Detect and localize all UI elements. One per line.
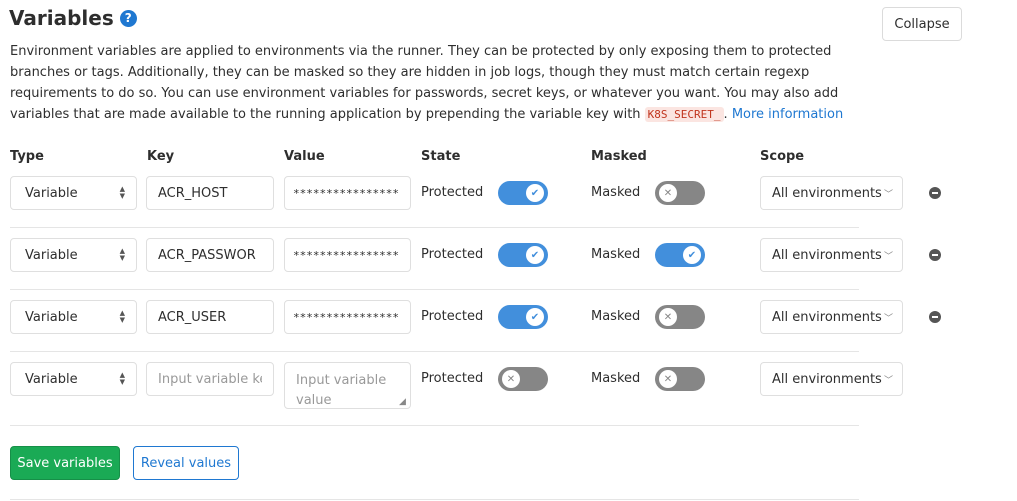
column-header-type: Type <box>10 149 44 164</box>
value-input[interactable]: **************** <box>284 176 411 210</box>
key-input-wrapper <box>146 362 274 396</box>
protected-toggle[interactable]: ✔ <box>498 243 548 267</box>
protected-toggle[interactable]: ✕ <box>498 367 548 391</box>
remove-row-icon[interactable] <box>929 249 941 261</box>
close-icon: ✕ <box>659 184 677 202</box>
scope-dropdown[interactable]: All environments ﹀ <box>760 300 903 334</box>
variable-row: Variable ▲ ▼ ACR_HOST **************** Pr… <box>0 176 1017 238</box>
resize-grip-icon[interactable]: ◢ <box>399 398 406 407</box>
scope-value: All environments <box>772 247 882 263</box>
type-select-value: Variable <box>25 371 78 387</box>
select-arrows-icon: ▲ ▼ <box>119 247 125 262</box>
section-divider <box>10 499 859 500</box>
key-input[interactable]: ACR_PASSWOR <box>146 238 274 272</box>
type-select-value: Variable <box>25 247 78 263</box>
close-icon: ✕ <box>502 370 520 388</box>
key-value: ACR_HOST <box>158 185 228 201</box>
row-divider <box>10 289 859 290</box>
remove-row-icon[interactable] <box>929 311 941 323</box>
column-header-value: Value <box>284 149 325 164</box>
protected-label: Protected <box>421 247 484 262</box>
close-icon: ✕ <box>659 308 677 326</box>
scope-value: All environments <box>772 309 882 325</box>
check-icon: ✔ <box>526 246 544 264</box>
collapse-button[interactable]: Collapse <box>882 7 962 41</box>
masked-value: **************** <box>293 186 399 200</box>
masked-value: **************** <box>293 310 399 324</box>
check-icon: ✔ <box>683 246 701 264</box>
column-header-key: Key <box>147 149 175 164</box>
chevron-down-icon: ﹀ <box>883 376 893 386</box>
masked-label: Masked <box>591 185 641 200</box>
masked-label: Masked <box>591 371 641 386</box>
type-select-value: Variable <box>25 309 78 325</box>
value-input[interactable]: **************** <box>284 300 411 334</box>
scope-value: All environments <box>772 371 882 387</box>
select-arrows-icon: ▲ ▼ <box>119 185 125 200</box>
scope-dropdown[interactable]: All environments ﹀ <box>760 362 903 396</box>
column-header-masked: Masked <box>591 149 647 164</box>
save-variables-button[interactable]: Save variables <box>10 446 120 480</box>
column-header-state: State <box>421 149 461 164</box>
scope-value: All environments <box>772 185 882 201</box>
type-select[interactable]: Variable ▲ ▼ <box>10 176 137 210</box>
check-icon: ✔ <box>526 184 544 202</box>
key-value: ACR_USER <box>158 309 227 325</box>
row-divider <box>10 227 859 228</box>
key-input[interactable]: ACR_HOST <box>146 176 274 210</box>
variable-row: Variable ▲ ▼ ACR_USER **************** Pr… <box>0 300 1017 362</box>
masked-toggle[interactable]: ✕ <box>655 367 705 391</box>
close-icon: ✕ <box>659 370 677 388</box>
protected-label: Protected <box>421 309 484 324</box>
protected-toggle[interactable]: ✔ <box>498 305 548 329</box>
protected-label: Protected <box>421 185 484 200</box>
question-circle-icon[interactable]: ? <box>119 9 137 27</box>
chevron-down-icon: ﹀ <box>883 252 893 262</box>
section-title-text: Variables <box>9 6 114 30</box>
protected-toggle[interactable]: ✔ <box>498 181 548 205</box>
masked-toggle[interactable]: ✕ <box>655 305 705 329</box>
select-arrows-icon: ▲ ▼ <box>119 371 125 386</box>
section-description: Environment variables are applied to env… <box>10 41 870 125</box>
key-value: ACR_PASSWOR <box>158 247 256 263</box>
masked-label: Masked <box>591 247 641 262</box>
description-end: . <box>723 107 728 122</box>
remove-row-icon[interactable] <box>929 187 941 199</box>
key-input[interactable]: ACR_USER <box>146 300 274 334</box>
protected-label: Protected <box>421 371 484 386</box>
value-input[interactable]: **************** <box>284 238 411 272</box>
more-information-link[interactable]: More information <box>732 107 843 122</box>
reveal-values-button[interactable]: Reveal values <box>133 446 239 480</box>
type-select-value: Variable <box>25 185 78 201</box>
chevron-down-icon: ﹀ <box>883 314 893 324</box>
masked-value: **************** <box>293 248 399 262</box>
k8s-secret-code: K8S_SECRET_ <box>644 107 724 122</box>
type-select[interactable]: Variable ▲ ▼ <box>10 362 137 396</box>
masked-toggle[interactable]: ✔ <box>655 243 705 267</box>
masked-toggle[interactable]: ✕ <box>655 181 705 205</box>
variable-row: Variable ▲ ▼ ACR_PASSWOR ****************… <box>0 238 1017 300</box>
new-variable-row: Variable ▲▼ ◢ Protected ✕ Masked ✕ All e… <box>0 362 1017 412</box>
masked-label: Masked <box>591 309 641 324</box>
key-input[interactable] <box>158 371 262 387</box>
row-divider <box>10 351 859 352</box>
type-select[interactable]: Variable ▲ ▼ <box>10 238 137 272</box>
scope-dropdown[interactable]: All environments ﹀ <box>760 238 903 272</box>
check-icon: ✔ <box>526 308 544 326</box>
chevron-down-icon: ﹀ <box>883 190 893 200</box>
scope-dropdown[interactable]: All environments ﹀ <box>760 176 903 210</box>
row-divider <box>10 425 859 426</box>
select-arrows-icon: ▲ ▼ <box>119 309 125 324</box>
column-header-scope: Scope <box>760 149 805 164</box>
value-textarea[interactable] <box>284 362 411 409</box>
section-title: Variables ? <box>9 6 137 30</box>
type-select[interactable]: Variable ▲ ▼ <box>10 300 137 334</box>
